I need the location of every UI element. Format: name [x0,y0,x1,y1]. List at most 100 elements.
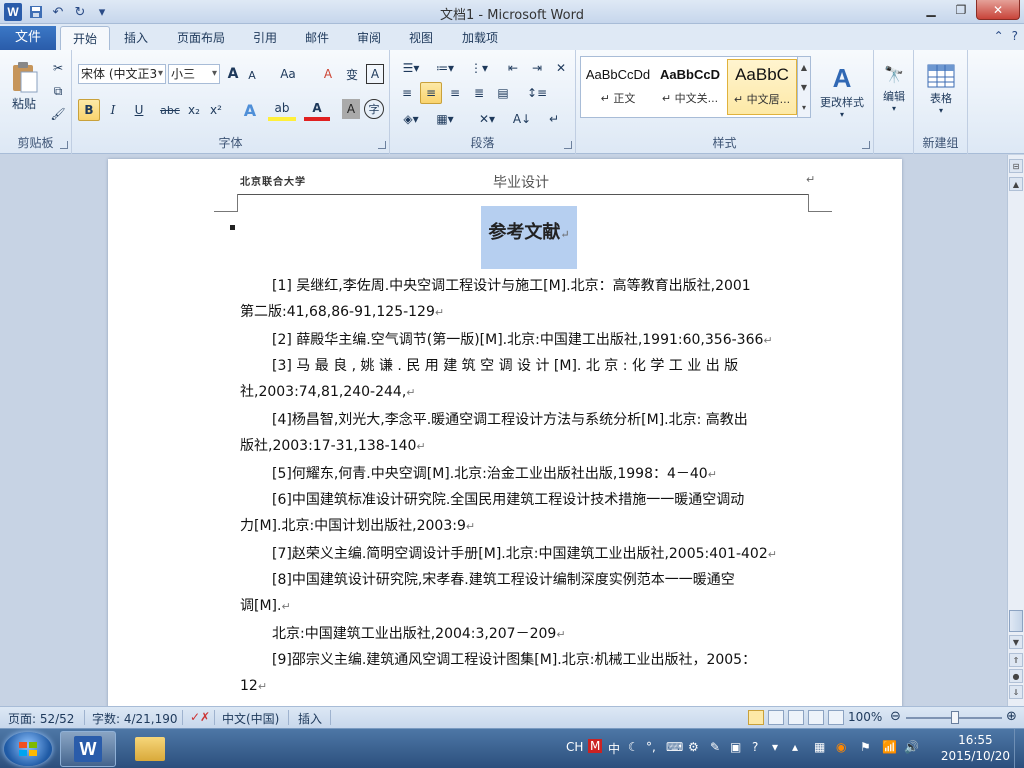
ime-settings-icon[interactable]: ⚙ [688,740,699,754]
strikethrough-button[interactable]: abc [158,99,182,121]
highlight-icon[interactable]: ab [268,99,296,121]
borders-icon[interactable]: ▦▾ [430,108,460,130]
document-area[interactable]: 北京联合大学 毕业设计 ↵ 参考文献↵ [1] 吴继红,李佐周.中央空调工程设计… [0,155,1007,706]
char-border-icon[interactable]: A [366,64,384,84]
style-chinese-key[interactable]: AaBbCcD ↵ 中文关... [655,59,725,115]
reference-item[interactable]: [6]中国建筑标准设计研究院.全国民用建筑工程设计技术措施一一暖通空调动 力[M… [240,487,806,540]
show-hidden-icons[interactable]: ▴ [792,740,798,754]
action-center-icon[interactable]: ⚑ [860,740,871,754]
help-icon[interactable]: ? [1012,29,1018,43]
word-count[interactable]: 字数: 4/21,190 [92,710,178,727]
justify-icon[interactable]: ≣ [468,82,490,104]
bold-button[interactable]: B [78,99,100,121]
gallery-more-icon[interactable]: ▾ [802,103,806,112]
reference-item[interactable]: [8]中国建筑设计研究院,宋孝春.建筑工程设计编制深度实例范本一一暖通空 调[M… [240,567,806,620]
reference-item[interactable]: 北京:中国建筑工业出版社,2004:3,207－209↵ [240,621,806,648]
grow-font-icon[interactable]: A [224,64,242,84]
document-page[interactable]: 北京联合大学 毕业设计 ↵ 参考文献↵ [1] 吴继红,李佐周.中央空调工程设计… [108,159,902,706]
reference-item[interactable]: [4]杨昌智,刘光大,李念平.暖通空调工程设计方法与系统分析[M].北京: 高教… [240,407,806,460]
minimize-icon[interactable]: ▁ [916,0,946,20]
text-effects-icon[interactable]: A [238,99,262,121]
ime-language[interactable]: CH [566,740,583,754]
subscript-button[interactable]: x₂ [184,99,204,121]
paste-button[interactable]: 粘贴 [6,56,42,116]
ime-moon-icon[interactable]: ☾ [628,740,639,754]
tab-view[interactable]: 视图 [400,26,442,50]
ruler-toggle-icon[interactable]: ⊟ [1009,159,1023,173]
help-tray-icon[interactable]: ? [752,740,758,754]
references-heading[interactable]: 参考文献↵ [481,206,577,269]
enclose-chars-icon[interactable]: 字 [364,99,384,119]
font-launcher-icon[interactable] [378,141,386,149]
clipboard-launcher-icon[interactable] [60,141,68,149]
show-marks-icon[interactable]: ↵ [542,108,566,130]
style-chinese-center[interactable]: AaBbC ↵ 中文居... [727,59,797,115]
taskbar-word-button[interactable]: W [60,731,116,767]
outline-view-icon[interactable] [808,710,824,725]
full-screen-reading-icon[interactable] [768,710,784,725]
bullets-icon[interactable]: ☰▾ [396,58,426,78]
ime-brand-icon[interactable]: M [588,739,603,753]
zoom-out-icon[interactable]: ⊖ [890,709,901,724]
tab-addins[interactable]: 加载项 [452,26,508,50]
styles-launcher-icon[interactable] [862,141,870,149]
styles-gallery-scroll[interactable]: ▲ ▼ ▾ [797,56,811,118]
select-browse-object-icon[interactable]: ● [1009,669,1023,683]
font-size-combo[interactable]: 小三 [168,64,220,84]
italic-button[interactable]: I [102,99,124,121]
language-indicator[interactable]: 中文(中国) [222,710,279,727]
tab-home[interactable]: 开始 [60,26,110,50]
restore-icon[interactable]: ❐ [946,0,976,20]
ime-mode[interactable]: 中 [608,740,620,757]
font-color-icon[interactable]: A [304,99,330,121]
char-shading-icon[interactable]: A [342,99,360,119]
ime-more-icon[interactable]: ▾ [772,740,778,754]
decrease-indent-icon[interactable]: ⇤ [502,58,524,78]
volume-icon[interactable]: 🔊 [904,740,919,754]
shrink-font-icon[interactable]: A [244,66,260,84]
copy-icon[interactable]: ⧉ [48,81,68,101]
superscript-button[interactable]: x² [206,99,226,121]
scroll-thumb[interactable] [1009,610,1023,632]
reference-item[interactable]: [2] 薛殿华主编.空气调节(第一版)[M].北京:中国建工出版社,1991:6… [240,327,806,354]
next-page-icon[interactable]: ⇓ [1009,685,1023,699]
reference-item[interactable]: [5]何耀东,何青.中央空调[M].北京:治金工业出版社出版,1998：4－40… [240,461,806,488]
proofing-icon[interactable]: ✓✗ [190,710,210,724]
print-layout-icon[interactable] [748,710,764,725]
chinese-layout-icon[interactable]: ✕ [550,58,572,78]
sort-icon[interactable]: A↓ [510,108,534,130]
show-desktop-button[interactable] [1014,729,1024,768]
sort-text-icon[interactable]: ✕▾ [472,108,502,130]
ime-skin-icon[interactable]: ▣ [730,740,741,754]
shading-icon[interactable]: ◈▾ [396,108,426,130]
table-button[interactable]: 表格 ▾ [920,58,962,120]
reference-item[interactable]: [1] 吴继红,李佐周.中央空调工程设计与施工[M].北京：高等教育出版社,20… [240,273,806,326]
tray-security-icon[interactable]: ◉ [836,740,846,754]
format-painter-icon[interactable]: 🖌 [48,104,68,124]
taskbar-explorer-button[interactable] [122,731,178,767]
system-clock[interactable]: 16:55 2015/10/20 [941,732,1010,764]
reference-item[interactable]: [3] 马 最 良 , 姚 谦 . 民 用 建 筑 空 调 设 计 [M]. 北… [240,353,806,406]
tab-file[interactable]: 文件 [0,26,56,50]
scroll-up-icon[interactable]: ▲ [1009,177,1023,191]
align-center-icon[interactable]: ≡ [420,82,442,104]
tab-insert[interactable]: 插入 [114,26,158,50]
page-count[interactable]: 页面: 52/52 [8,710,74,727]
paragraph-launcher-icon[interactable] [564,141,572,149]
start-button[interactable] [4,732,52,766]
distributed-icon[interactable]: ▤ [492,82,514,104]
zoom-in-icon[interactable]: ⊕ [1006,709,1017,724]
change-case-icon[interactable]: Aa [274,64,302,84]
close-icon[interactable]: ✕ [976,0,1020,20]
tab-references[interactable]: 引用 [244,26,286,50]
ime-keyboard-icon[interactable]: ⌨ [666,740,683,754]
font-name-combo[interactable]: 宋体 (中文正3 [78,64,166,84]
align-left-icon[interactable]: ≡ [396,82,418,104]
multilevel-list-icon[interactable]: ⋮▾ [464,58,494,78]
underline-button[interactable]: U [126,99,152,121]
align-right-icon[interactable]: ≡ [444,82,466,104]
draft-view-icon[interactable] [828,710,844,725]
change-styles-button[interactable]: A 更改样式 ▾ [816,58,868,124]
line-spacing-icon[interactable]: ↕≡ [522,82,552,104]
tray-app-icon[interactable]: ▦ [814,740,825,754]
